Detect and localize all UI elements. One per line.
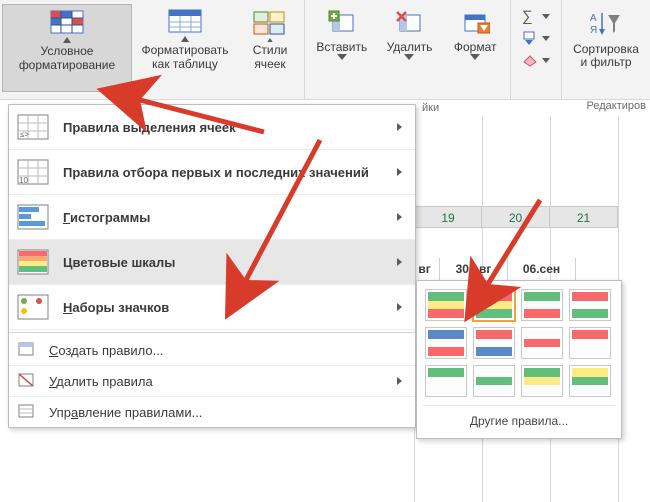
sigma-icon: ∑ <box>522 8 538 24</box>
format-table-label: Форматировать как таблицу <box>141 44 228 72</box>
column-header[interactable]: 21 <box>550 206 618 228</box>
clear-rules-icon <box>17 372 37 390</box>
color-scale-swatch[interactable] <box>569 289 611 321</box>
color-scale-swatch[interactable] <box>521 289 563 321</box>
highlight-cells-icon: ≤> <box>17 113 51 141</box>
color-scale-swatch[interactable] <box>569 365 611 397</box>
submenu-arrow-icon <box>397 258 405 266</box>
svg-text:Я: Я <box>590 25 597 36</box>
delete-label: Удалить <box>387 41 433 55</box>
conditional-formatting-menu: ≤> Правила выделения ячеек 10 Правила от… <box>8 104 416 428</box>
menu-color-scales[interactable]: Цветовые шкалы <box>9 240 415 285</box>
menu-new-rule[interactable]: Создать правило... <box>9 335 415 366</box>
eraser-icon <box>522 52 538 68</box>
submenu-arrow-icon <box>397 123 405 131</box>
new-rule-icon <box>17 341 37 359</box>
menu-clear-rules[interactable]: Удалить правила <box>9 366 415 397</box>
color-scale-swatch[interactable] <box>425 327 467 359</box>
conditional-formatting-label: Условное форматирование <box>19 45 115 73</box>
date-cell: 30.авг <box>440 258 508 280</box>
sort-filter-button[interactable]: А Я Сортировка и фильтр <box>564 7 648 95</box>
color-scales-icon <box>17 248 51 276</box>
svg-text:10: 10 <box>19 176 28 185</box>
fill-button[interactable] <box>522 30 550 46</box>
submenu-arrow-icon <box>397 168 405 176</box>
color-scale-swatch[interactable] <box>521 365 563 397</box>
menu-label: Создать правило... <box>49 343 163 358</box>
conditional-formatting-icon <box>49 7 85 43</box>
chevron-down-icon <box>404 54 414 60</box>
svg-text:≤>: ≤> <box>20 130 29 139</box>
svg-text:А: А <box>590 13 597 24</box>
format-label: Формат <box>454 41 497 55</box>
ribbon-group-styles: Условное форматирование Форматировать ка… <box>0 0 305 99</box>
sort-filter-label: Сортировка и фильтр <box>573 43 639 71</box>
cell-styles-icon <box>252 6 288 42</box>
group-label-cells-fragment: йки <box>418 100 443 116</box>
icon-sets-icon <box>17 293 51 321</box>
cell-styles-label: Стили ячеек <box>253 44 288 72</box>
conditional-formatting-button[interactable]: Условное форматирование <box>2 4 132 92</box>
column-header[interactable]: 19 <box>414 206 482 228</box>
ribbon-group-editing-mini: ∑ <box>511 0 562 99</box>
menu-separator <box>9 332 415 333</box>
menu-label: Управление правилами... <box>49 405 202 420</box>
menu-highlight-cells[interactable]: ≤> Правила выделения ячеек <box>9 105 415 150</box>
submenu-arrow-icon <box>397 303 405 311</box>
color-scale-swatch[interactable] <box>473 365 515 397</box>
column-header[interactable]: 20 <box>482 206 550 228</box>
delete-icon <box>394 9 424 39</box>
chevron-down-icon <box>470 54 480 60</box>
menu-data-bars[interactable]: Гистограммы <box>9 195 415 240</box>
svg-text:∑: ∑ <box>522 8 533 24</box>
manage-rules-icon <box>17 403 37 421</box>
date-row: вг 30.авг 06.сен <box>410 258 576 280</box>
insert-label: Вставить <box>316 41 367 55</box>
ribbon-toolbar: Условное форматирование Форматировать ка… <box>0 0 650 100</box>
column-headers: 19 20 21 <box>414 206 618 228</box>
menu-label: Цветовые шкалы <box>63 255 175 270</box>
format-table-icon <box>167 6 203 42</box>
fill-down-icon <box>522 30 538 46</box>
color-scale-swatch[interactable] <box>425 365 467 397</box>
top-bottom-icon: 10 <box>17 158 51 186</box>
menu-icon-sets[interactable]: Наборы значков <box>9 285 415 330</box>
chevron-down-icon <box>542 14 550 19</box>
chevron-down-icon <box>542 58 550 63</box>
menu-label: Правила отбора первых и последних значен… <box>63 165 369 180</box>
group-label-editing: Редактиров <box>587 100 646 112</box>
chevron-down-icon <box>337 54 347 60</box>
clear-button[interactable] <box>522 52 550 68</box>
menu-label: Удалить правила <box>49 374 153 389</box>
ribbon-group-cells: Вставить Удалить Формат <box>305 0 511 99</box>
menu-top-bottom[interactable]: 10 Правила отбора первых и последних зна… <box>9 150 415 195</box>
format-icon <box>460 9 490 39</box>
ribbon-group-sort: А Я Сортировка и фильтр <box>562 0 650 99</box>
chevron-down-icon <box>542 36 550 41</box>
submenu-arrow-icon <box>397 213 405 221</box>
format-button[interactable]: Формат <box>442 7 508 95</box>
insert-icon <box>327 9 357 39</box>
color-scale-swatch[interactable] <box>473 327 515 359</box>
menu-label: Гистограммы <box>63 210 150 225</box>
color-scale-swatch[interactable] <box>569 327 611 359</box>
menu-manage-rules[interactable]: Управление правилами... <box>9 397 415 427</box>
format-as-table-button[interactable]: Форматировать как таблицу <box>132 4 238 92</box>
menu-label: Правила выделения ячеек <box>63 120 236 135</box>
more-rules-link[interactable]: Другие правила... <box>423 405 615 432</box>
color-scale-swatch[interactable] <box>473 289 515 321</box>
color-scales-flyout: Другие правила... <box>416 280 622 439</box>
sort-filter-icon: А Я <box>590 9 622 41</box>
submenu-arrow-icon <box>397 377 405 385</box>
menu-label: Наборы значков <box>63 300 169 315</box>
color-scale-swatch[interactable] <box>521 327 563 359</box>
delete-button[interactable]: Удалить <box>377 7 443 95</box>
color-scale-swatch-grid <box>423 287 615 399</box>
autosum-button[interactable]: ∑ <box>522 8 550 24</box>
insert-button[interactable]: Вставить <box>307 7 377 95</box>
date-cell: 06.сен <box>508 258 576 280</box>
cell-styles-button[interactable]: Стили ячеек <box>238 4 302 92</box>
data-bars-icon <box>17 203 51 231</box>
color-scale-swatch[interactable] <box>425 289 467 321</box>
